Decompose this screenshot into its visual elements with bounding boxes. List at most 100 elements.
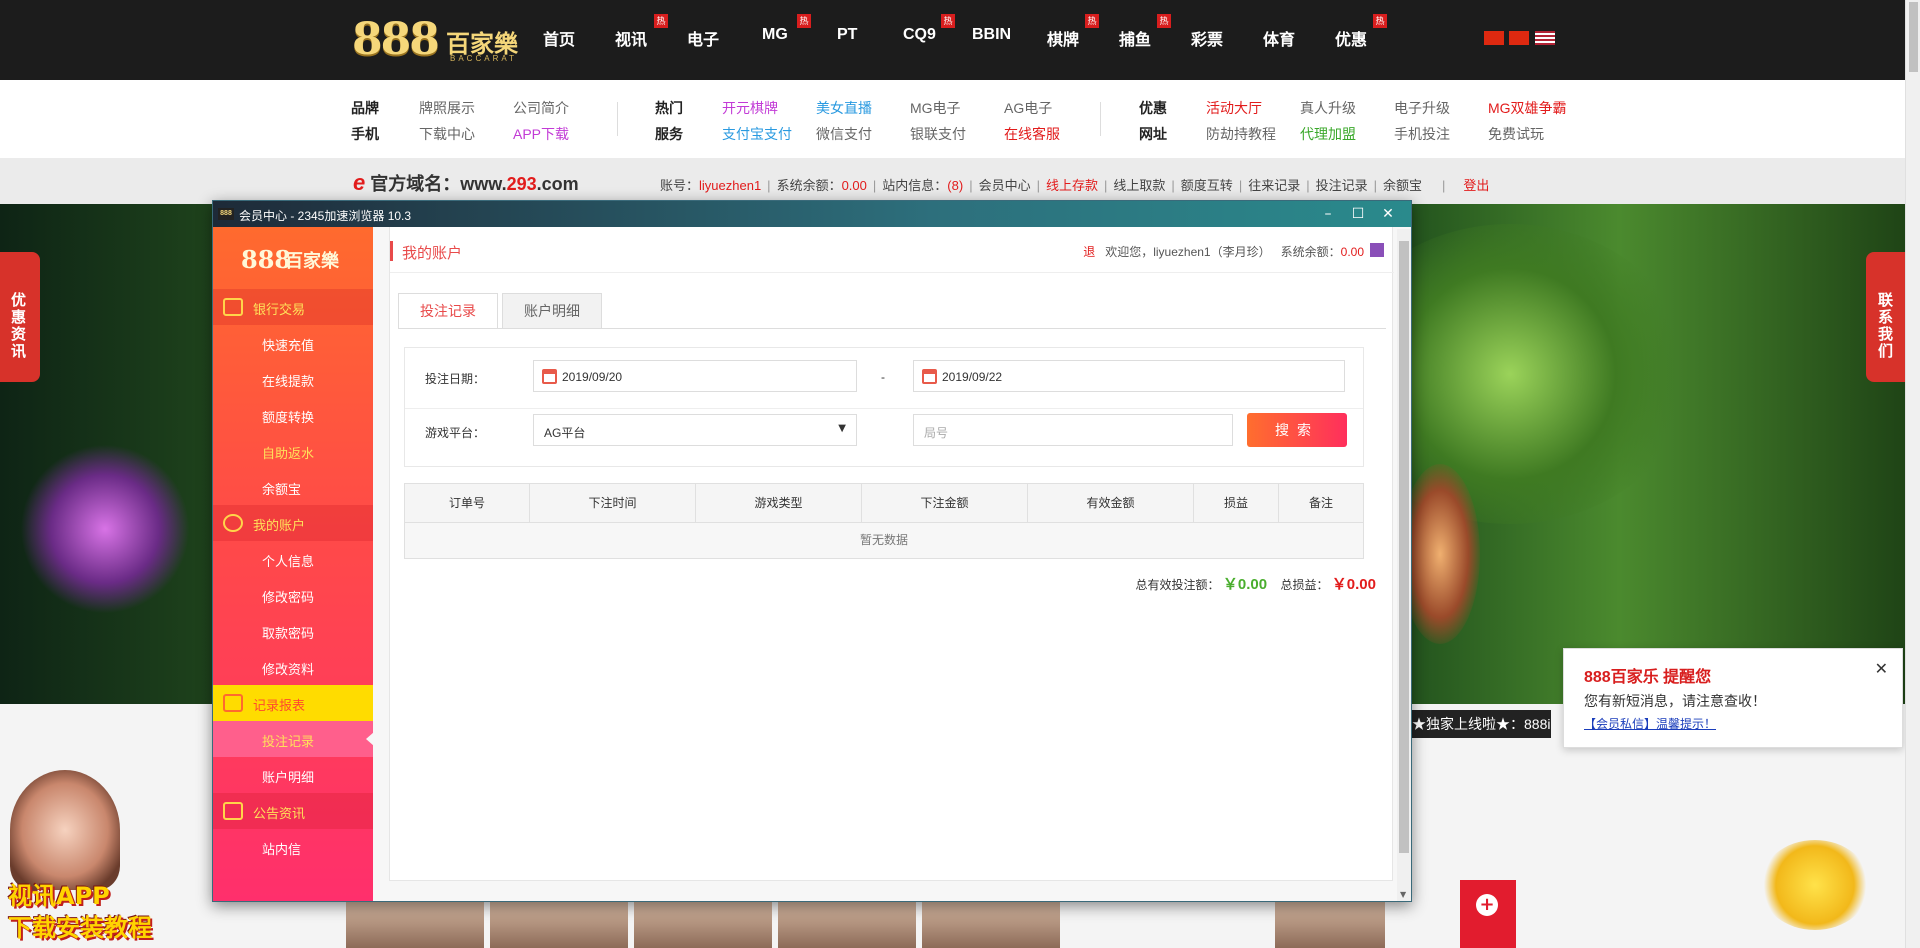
subnav-live-stream[interactable]: 美女直播 xyxy=(816,98,872,118)
nav-bbin[interactable]: BBIN xyxy=(972,26,1011,44)
messages-count[interactable]: (8) xyxy=(947,178,963,193)
sidebar-item-bet-records[interactable]: 投注记录 xyxy=(213,721,374,757)
date-to-field[interactable]: 2019/09/22 xyxy=(913,360,1345,392)
subnav-app-download[interactable]: APP下载 xyxy=(513,124,569,144)
link-withdraw[interactable]: 线上取款 xyxy=(1113,178,1165,193)
promo-news-tab[interactable]: 优惠资讯 xyxy=(0,252,40,382)
game-thumbnail[interactable] xyxy=(490,900,628,948)
flag-hk-icon[interactable] xyxy=(1509,31,1530,45)
nav-home[interactable]: 首页 xyxy=(543,26,575,50)
app-tutorial-ad[interactable]: 视讯APP 下载安装教程 xyxy=(0,770,180,948)
subnav-live-upgrade[interactable]: 真人升级 xyxy=(1300,98,1356,118)
subnav-slot-upgrade[interactable]: 电子升级 xyxy=(1394,98,1450,118)
subnav-about[interactable]: 公司简介 xyxy=(513,98,569,118)
sidebar-item-edit-info[interactable]: 修改资料 xyxy=(213,649,373,685)
column-header[interactable]: 有效金额 xyxy=(1028,484,1194,522)
subnav-support[interactable]: 在线客服 xyxy=(1004,124,1060,144)
mail-icon xyxy=(223,802,243,820)
column-header[interactable]: 下注金额 xyxy=(862,484,1028,522)
subnav-download[interactable]: 下载中心 xyxy=(419,124,475,144)
nav-chess[interactable]: 棋牌 xyxy=(1047,26,1079,50)
scroll-down-icon[interactable]: ▼ xyxy=(1400,890,1406,899)
subnav-alipay[interactable]: 支付宝支付 xyxy=(722,124,792,144)
sidebar-item-yuebao[interactable]: 余额宝 xyxy=(213,469,373,505)
sidebar-item-quick-deposit[interactable]: 快速充值 xyxy=(213,325,373,361)
sidebar-item-profile[interactable]: 个人信息 xyxy=(213,541,373,577)
section-my-account[interactable]: 我的账户 xyxy=(213,505,373,541)
subnav-anti-hijack[interactable]: 防劫持教程 xyxy=(1206,124,1276,144)
maximize-icon[interactable]: ☐ xyxy=(1347,203,1369,225)
notification-link[interactable]: 【会员私信】温馨提示！ xyxy=(1584,715,1716,732)
contact-us-tab[interactable]: 联系我们 xyxy=(1866,252,1906,382)
link-bet-records[interactable]: 投注记录 xyxy=(1316,178,1368,193)
link-history[interactable]: 往来记录 xyxy=(1248,178,1300,193)
sidebar-item-transfer[interactable]: 额度转换 xyxy=(213,397,373,433)
add-widget[interactable]: + xyxy=(1460,880,1516,948)
sidebar-item-withdraw-password[interactable]: 取款密码 xyxy=(213,613,373,649)
theme-swatch-icon[interactable] xyxy=(1370,243,1384,257)
nav-slots[interactable]: 电子 xyxy=(687,26,719,50)
subnav-license[interactable]: 牌照展示 xyxy=(419,98,475,118)
minimize-icon[interactable]: – xyxy=(1317,203,1339,225)
game-thumbnail[interactable] xyxy=(346,900,484,948)
search-button[interactable]: 搜索 xyxy=(1247,413,1347,447)
link-member-center[interactable]: 会员中心 xyxy=(979,178,1031,193)
subnav-wechat-pay[interactable]: 微信支付 xyxy=(816,124,872,144)
nav-live[interactable]: 视讯 xyxy=(615,26,647,50)
nav-mg[interactable]: MG xyxy=(762,26,788,44)
column-header[interactable]: 备注 xyxy=(1279,484,1363,522)
flag-cn-icon[interactable] xyxy=(1484,31,1504,45)
link-yuebao[interactable]: 余额宝 xyxy=(1383,178,1422,193)
sidebar-item-change-password[interactable]: 修改密码 xyxy=(213,577,373,613)
column-header[interactable]: 游戏类型 xyxy=(696,484,862,522)
link-deposit[interactable]: 线上存款 xyxy=(1046,178,1098,193)
subnav-mobile-bet[interactable]: 手机投注 xyxy=(1394,124,1450,144)
subnav-kaiyuan[interactable]: 开元棋牌 xyxy=(722,98,778,118)
subnav-free-trial[interactable]: 免费试玩 xyxy=(1488,124,1544,144)
flag-us-icon[interactable] xyxy=(1534,31,1555,45)
round-number-input[interactable]: 局号 xyxy=(913,414,1233,446)
link-transfer[interactable]: 额度互转 xyxy=(1181,178,1233,193)
close-icon[interactable]: ✕ xyxy=(1377,203,1399,225)
sidebar-item-account-details[interactable]: 账户明细 xyxy=(213,757,373,793)
nav-cq9[interactable]: CQ9 xyxy=(903,26,936,44)
site-logo[interactable]: 888 百家樂 BACCARAT xyxy=(350,8,532,72)
tab-bet-records[interactable]: 投注记录 xyxy=(398,293,498,329)
platform-select[interactable]: AG平台 ▼ xyxy=(533,414,857,446)
column-header[interactable]: 订单号 xyxy=(405,484,530,522)
logout-link[interactable]: 登出 xyxy=(1463,178,1489,193)
nav-pt[interactable]: PT xyxy=(837,26,857,44)
section-announcements[interactable]: 公告资讯 xyxy=(213,793,373,829)
window-scrollbar[interactable]: ▼ xyxy=(1397,229,1411,901)
column-header[interactable]: 损益 xyxy=(1194,484,1279,522)
date-from-field[interactable]: 2019/09/20 xyxy=(533,360,857,392)
nav-promo[interactable]: 优惠 xyxy=(1335,26,1367,50)
subnav-ag-slots[interactable]: AG电子 xyxy=(1004,98,1052,118)
nav-sports[interactable]: 体育 xyxy=(1263,26,1295,50)
page-scrollbar[interactable] xyxy=(1905,0,1920,948)
sidebar-item-rebate[interactable]: 自助返水 xyxy=(213,433,373,469)
game-thumbnail[interactable] xyxy=(922,900,1060,948)
section-reports[interactable]: 记录报表 xyxy=(213,685,373,721)
nav-lottery[interactable]: 彩票 xyxy=(1191,26,1223,50)
game-thumbnail[interactable] xyxy=(634,900,772,948)
piggy-bank-icon[interactable] xyxy=(1760,840,1870,930)
game-thumbnail[interactable] xyxy=(778,900,916,948)
game-thumbnail[interactable] xyxy=(1275,900,1385,948)
subnav-mg-contest[interactable]: MG双雄争霸 xyxy=(1488,98,1567,118)
nav-fishing[interactable]: 捕鱼 xyxy=(1119,26,1151,50)
subnav-events[interactable]: 活动大厅 xyxy=(1206,98,1262,118)
sidebar-item-inbox[interactable]: 站内信 xyxy=(213,829,373,865)
subnav-unionpay[interactable]: 银联支付 xyxy=(910,124,966,144)
logout-icon[interactable]: 退 xyxy=(1083,245,1095,259)
subnav-agent[interactable]: 代理加盟 xyxy=(1300,124,1356,144)
section-banking[interactable]: 银行交易 xyxy=(213,289,373,325)
window-titlebar[interactable]: 888 会员中心 - 2345加速浏览器 10.3 – ☐ ✕ xyxy=(213,201,1411,227)
tab-account-details[interactable]: 账户明细 xyxy=(502,293,602,329)
column-header[interactable]: 下注时间 xyxy=(530,484,696,522)
page-scrollbar-thumb[interactable] xyxy=(1909,2,1918,72)
subnav-mg-slots[interactable]: MG电子 xyxy=(910,98,961,118)
window-scrollbar-thumb[interactable] xyxy=(1399,241,1409,853)
sidebar-item-withdraw[interactable]: 在线提款 xyxy=(213,361,373,397)
close-icon[interactable]: ✕ xyxy=(1875,659,1888,678)
